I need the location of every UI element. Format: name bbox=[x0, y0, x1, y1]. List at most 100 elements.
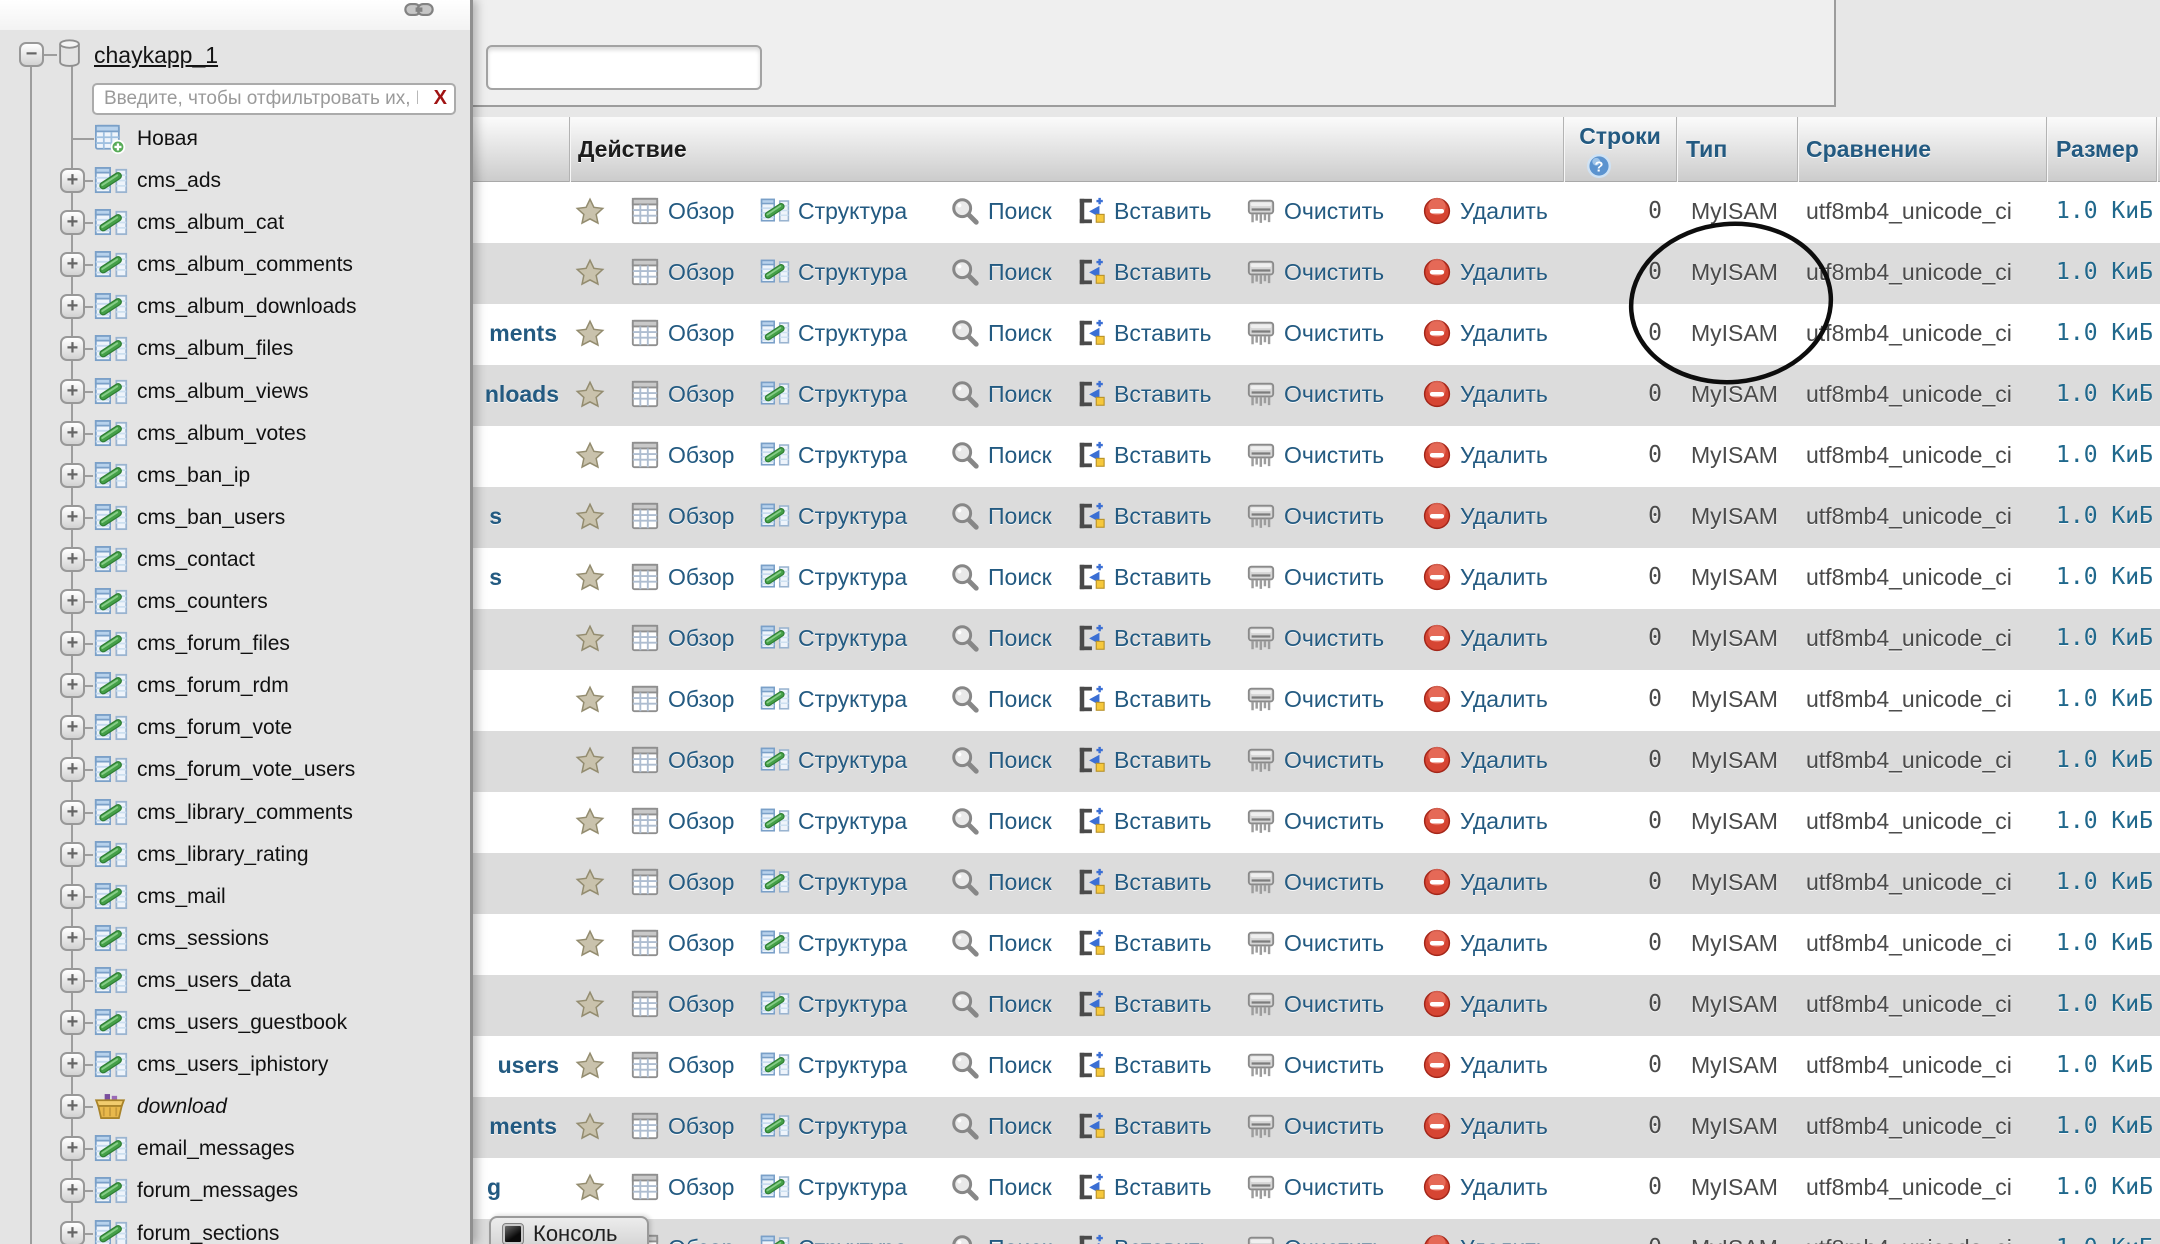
browse-link[interactable]: Обзор bbox=[630, 867, 734, 897]
search-link[interactable]: Поиск bbox=[950, 1050, 1052, 1080]
favorite-star-icon[interactable] bbox=[575, 1051, 605, 1081]
empty-link[interactable]: Очистить bbox=[1246, 196, 1384, 226]
browse-link[interactable]: Обзор bbox=[630, 379, 734, 409]
sidebar-table-label[interactable]: forum_sections bbox=[137, 1222, 279, 1244]
search-link[interactable]: Поиск bbox=[950, 318, 1052, 348]
sidebar-table-item[interactable]: + cms_album_views bbox=[0, 371, 470, 413]
expand-plus-icon[interactable]: + bbox=[60, 926, 85, 951]
favorite-star-icon[interactable] bbox=[575, 380, 605, 410]
search-link[interactable]: Поиск bbox=[950, 623, 1052, 653]
drop-link[interactable]: Удалить bbox=[1422, 928, 1548, 958]
search-link[interactable]: Поиск bbox=[950, 684, 1052, 714]
expand-plus-icon[interactable]: + bbox=[60, 800, 85, 825]
structure-link[interactable]: Структура bbox=[760, 379, 907, 409]
empty-link[interactable]: Очистить bbox=[1246, 1172, 1384, 1202]
sidebar-table-item[interactable]: + cms_ads bbox=[0, 160, 470, 202]
table-name-fragment[interactable]: g bbox=[487, 1174, 501, 1201]
insert-link[interactable]: Вставить bbox=[1076, 989, 1212, 1019]
sidebar-table-item[interactable]: + cms_library_comments bbox=[0, 792, 470, 834]
drop-link[interactable]: Удалить bbox=[1422, 1050, 1548, 1080]
sidebar-table-label[interactable]: cms_library_comments bbox=[137, 801, 353, 825]
tree-filter-input[interactable] bbox=[92, 83, 456, 115]
structure-link[interactable]: Структура bbox=[760, 928, 907, 958]
table-name-fragment[interactable]: ments bbox=[489, 1113, 557, 1140]
insert-link[interactable]: Вставить bbox=[1076, 623, 1212, 653]
favorite-star-icon[interactable] bbox=[575, 746, 605, 776]
drop-link[interactable]: Удалить bbox=[1422, 989, 1548, 1019]
favorite-star-icon[interactable] bbox=[575, 197, 605, 227]
favorite-star-icon[interactable] bbox=[575, 929, 605, 959]
collapse-minus-icon[interactable]: − bbox=[19, 42, 44, 67]
sidebar-table-item[interactable]: + cms_forum_vote_users bbox=[0, 749, 470, 791]
sidebar-table-label[interactable]: cms_forum_vote_users bbox=[137, 758, 355, 782]
insert-link[interactable]: Вставить bbox=[1076, 928, 1212, 958]
structure-link[interactable]: Структура bbox=[760, 257, 907, 287]
browse-link[interactable]: Обзор bbox=[630, 623, 734, 653]
sidebar-table-label[interactable]: cms_album_votes bbox=[137, 422, 306, 446]
expand-plus-icon[interactable]: + bbox=[60, 168, 85, 193]
sidebar-table-item[interactable]: + cms_forum_vote bbox=[0, 707, 470, 749]
empty-link[interactable]: Очистить bbox=[1246, 806, 1384, 836]
drop-link[interactable]: Удалить bbox=[1422, 318, 1548, 348]
structure-link[interactable]: Структура bbox=[760, 318, 907, 348]
browse-link[interactable]: Обзор bbox=[630, 745, 734, 775]
drop-link[interactable]: Удалить bbox=[1422, 867, 1548, 897]
expand-plus-icon[interactable]: + bbox=[60, 968, 85, 993]
browse-link[interactable]: Обзор bbox=[630, 1111, 734, 1141]
expand-plus-icon[interactable]: + bbox=[60, 842, 85, 867]
insert-link[interactable]: Вставить bbox=[1076, 867, 1212, 897]
table-name-fragment[interactable]: users bbox=[498, 1052, 559, 1079]
expand-plus-icon[interactable]: + bbox=[60, 547, 85, 572]
insert-link[interactable]: Вставить bbox=[1076, 1111, 1212, 1141]
sidebar-table-label[interactable]: cms_forum_files bbox=[137, 632, 290, 656]
table-name-fragment[interactable]: ments bbox=[489, 320, 557, 347]
insert-link[interactable]: Вставить bbox=[1076, 806, 1212, 836]
empty-link[interactable]: Очистить bbox=[1246, 928, 1384, 958]
search-link[interactable]: Поиск bbox=[950, 440, 1052, 470]
expand-plus-icon[interactable]: + bbox=[60, 673, 85, 698]
sidebar-table-item[interactable]: + forum_messages bbox=[0, 1170, 470, 1212]
sidebar-table-label[interactable]: cms_users_guestbook bbox=[137, 1011, 347, 1035]
drop-link[interactable]: Удалить bbox=[1422, 623, 1548, 653]
favorite-star-icon[interactable] bbox=[575, 441, 605, 471]
insert-link[interactable]: Вставить bbox=[1076, 562, 1212, 592]
sidebar-table-label[interactable]: cms_ads bbox=[137, 169, 221, 193]
search-link[interactable]: Поиск bbox=[950, 562, 1052, 592]
favorite-star-icon[interactable] bbox=[575, 502, 605, 532]
expand-plus-icon[interactable]: + bbox=[60, 463, 85, 488]
expand-plus-icon[interactable]: + bbox=[60, 757, 85, 782]
browse-link[interactable]: Обзор bbox=[630, 501, 734, 531]
insert-link[interactable]: Вставить bbox=[1076, 440, 1212, 470]
sidebar-table-item[interactable]: + cms_ban_users bbox=[0, 497, 470, 539]
filter-clear-button[interactable]: X bbox=[434, 87, 447, 110]
sidebar-table-label[interactable]: cms_album_cat bbox=[137, 211, 284, 235]
favorite-star-icon[interactable] bbox=[575, 807, 605, 837]
empty-link[interactable]: Очистить bbox=[1246, 1111, 1384, 1141]
structure-link[interactable]: Структура bbox=[760, 501, 907, 531]
sidebar-table-label[interactable]: cms_album_files bbox=[137, 337, 293, 361]
sidebar-table-item[interactable]: + cms_album_cat bbox=[0, 202, 470, 244]
search-link[interactable]: Поиск bbox=[950, 745, 1052, 775]
search-link[interactable]: Поиск bbox=[950, 257, 1052, 287]
drop-link[interactable]: Удалить bbox=[1422, 562, 1548, 592]
empty-link[interactable]: Очистить bbox=[1246, 684, 1384, 714]
expand-plus-icon[interactable]: + bbox=[60, 1136, 85, 1161]
sidebar-table-label[interactable]: cms_library_rating bbox=[137, 843, 309, 867]
console-tab[interactable]: Консоль bbox=[489, 1216, 649, 1244]
structure-link[interactable]: Структура bbox=[760, 1050, 907, 1080]
expand-plus-icon[interactable]: + bbox=[60, 1010, 85, 1035]
sidebar-table-label[interactable]: cms_ban_ip bbox=[137, 464, 250, 488]
expand-plus-icon[interactable]: + bbox=[60, 1052, 85, 1077]
expand-plus-icon[interactable]: + bbox=[60, 421, 85, 446]
insert-link[interactable]: Вставить bbox=[1076, 1233, 1212, 1244]
empty-link[interactable]: Очистить bbox=[1246, 257, 1384, 287]
structure-link[interactable]: Структура bbox=[760, 684, 907, 714]
database-name-link[interactable]: chaykapp_1 bbox=[94, 42, 218, 69]
table-name-fragment[interactable]: nloads bbox=[485, 381, 559, 408]
favorite-star-icon[interactable] bbox=[575, 990, 605, 1020]
favorite-star-icon[interactable] bbox=[575, 563, 605, 593]
sidebar-table-item[interactable]: + cms_counters bbox=[0, 581, 470, 623]
drop-link[interactable]: Удалить bbox=[1422, 806, 1548, 836]
insert-link[interactable]: Вставить bbox=[1076, 745, 1212, 775]
insert-link[interactable]: Вставить bbox=[1076, 318, 1212, 348]
